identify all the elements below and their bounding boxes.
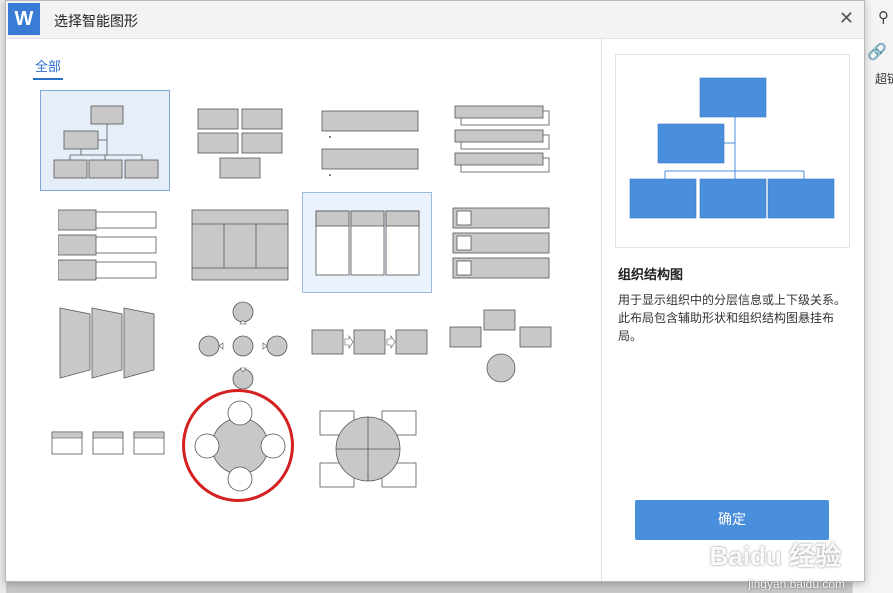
layout-org-chart[interactable] — [40, 90, 170, 191]
vertical-list-thumbnail — [321, 110, 419, 176]
ok-button[interactable]: 确定 — [635, 500, 829, 540]
layout-horizontal-bullet-list[interactable] — [57, 206, 187, 307]
table-list-thumbnail — [191, 209, 289, 281]
vertical-bullet-columns-thumbnail — [315, 210, 420, 276]
panel-divider — [601, 38, 602, 581]
dialog-title: 选择智能图形 — [54, 14, 138, 30]
smartart-dialog: W 选择智能图形 ✕ 全部 组织结构图 用于显示组织中的分层信息或上下级关系。此… — [5, 0, 865, 582]
stacked-list-thumbnail — [454, 105, 550, 173]
layout-preview — [615, 54, 850, 248]
wps-writer-icon: W — [8, 3, 40, 35]
title-bar: W 选择智能图形 ✕ — [6, 1, 864, 39]
block-grid-thumbnail — [197, 108, 283, 179]
layout-cycle-matrix[interactable] — [317, 408, 447, 509]
picture-list-thumbnail — [452, 207, 550, 279]
cycle-matrix-thumbnail — [319, 410, 417, 488]
search-icon[interactable]: ⚲ — [878, 8, 889, 26]
layout-basic-process[interactable] — [309, 316, 439, 417]
layout-name: 组织结构图 — [618, 268, 684, 283]
annotation-highlight-circle — [182, 389, 294, 502]
hyperlink-label[interactable]: 超链 — [875, 70, 893, 87]
layout-vertical-list[interactable] — [319, 102, 449, 203]
layout-radial-cycle[interactable] — [192, 298, 322, 399]
org-chart-preview — [629, 77, 835, 219]
baidu-watermark: Baidu 经验 — [709, 541, 841, 571]
layout-converging-radial[interactable] — [446, 306, 576, 407]
horizontal-bullet-thumbnail — [57, 209, 157, 281]
baidu-watermark-url: jingyan.baidu.com — [748, 577, 845, 591]
layout-stacked-list[interactable] — [450, 100, 580, 201]
layout-trapezoid-list[interactable] — [57, 301, 187, 402]
layout-description: 用于显示组织中的分层信息或上下级关系。此布局包含辅助形状和组织结构图悬挂布局。 — [618, 293, 847, 343]
picture-process-thumbnail — [51, 431, 165, 455]
org-chart-thumbnail — [53, 105, 159, 179]
layout-picture-process[interactable] — [50, 426, 180, 527]
radial-cycle-thumbnail — [198, 301, 288, 390]
layout-picture-list[interactable] — [450, 206, 580, 307]
layout-block-grid[interactable] — [189, 102, 319, 203]
layout-table-list[interactable] — [189, 206, 319, 307]
layout-vertical-bullet-columns[interactable] — [302, 192, 432, 293]
basic-process-thumbnail — [311, 329, 428, 355]
trapezoid-list-thumbnail — [59, 307, 155, 379]
close-icon[interactable]: ✕ — [839, 8, 854, 29]
link-icon[interactable]: 🔗 — [867, 42, 887, 61]
converging-radial-thumbnail — [449, 309, 552, 383]
tab-all[interactable]: 全部 — [33, 56, 64, 80]
